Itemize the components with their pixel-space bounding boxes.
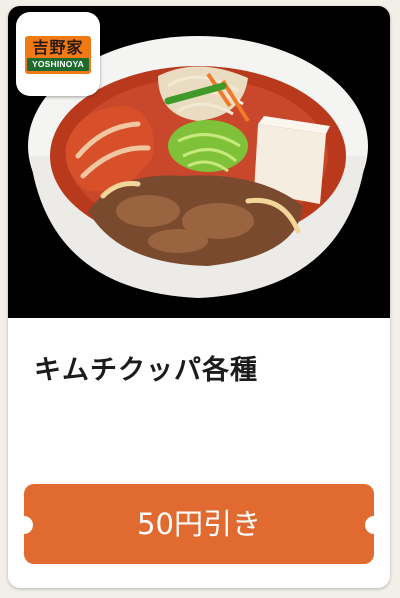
- logo-badge: 吉野家 YOSHINOYA: [25, 36, 91, 74]
- logo-roman-text: YOSHINOYA: [31, 59, 85, 69]
- discount-coupon-button[interactable]: 50円引き: [15, 484, 383, 564]
- food-photo: 吉野家 YOSHINOYA: [8, 6, 390, 318]
- brand-logo: 吉野家 YOSHINOYA: [16, 12, 100, 96]
- discount-label: 50円引き: [137, 507, 261, 541]
- product-title: キムチクッパ各種: [34, 355, 258, 386]
- logo-band: YOSHINOYA: [27, 58, 89, 71]
- logo-kanji-text: 吉野家: [32, 38, 84, 57]
- coupon-card[interactable]: 吉野家 YOSHINOYA キムチクッパ各種 50円引き: [8, 6, 390, 588]
